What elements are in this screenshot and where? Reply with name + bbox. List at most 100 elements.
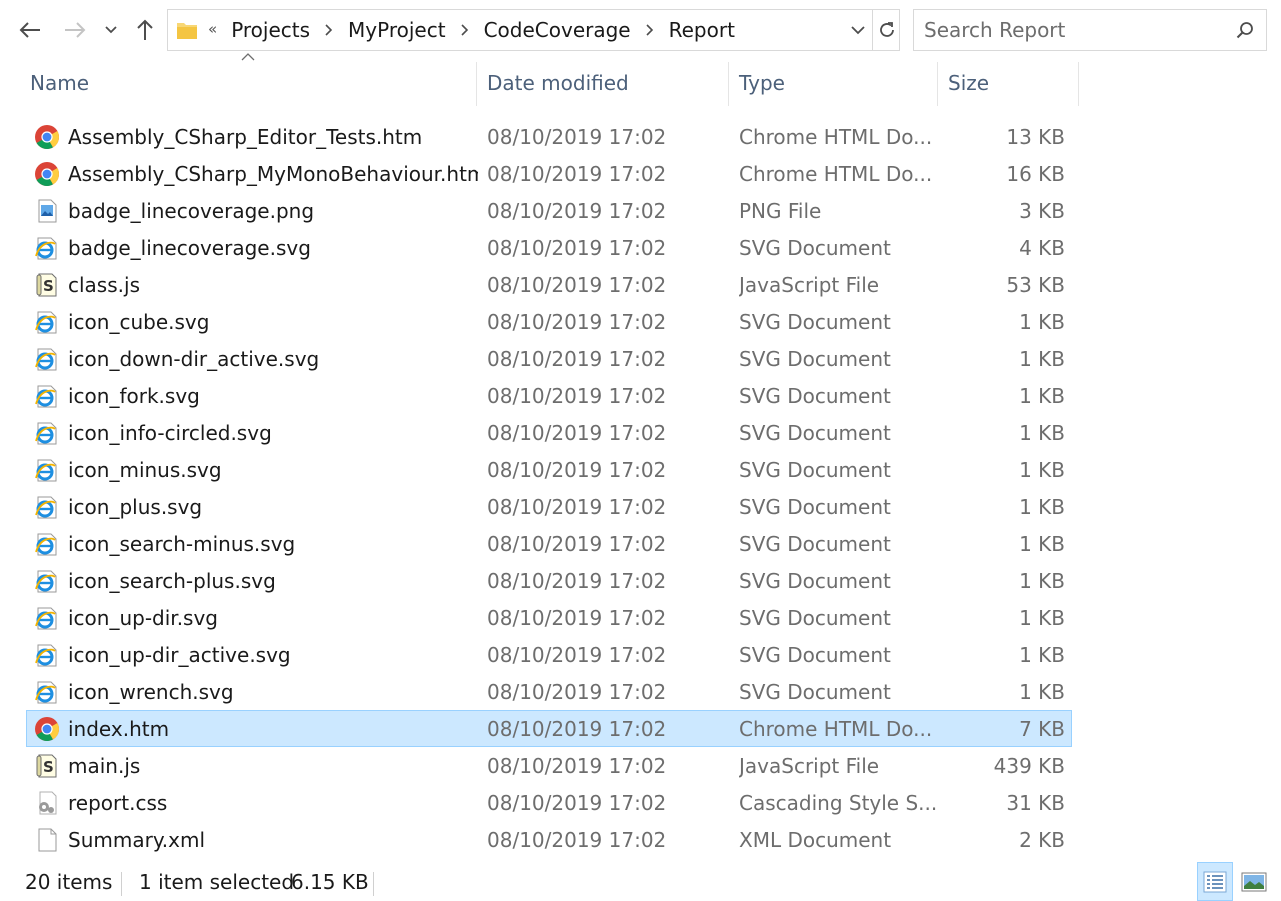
back-button[interactable] bbox=[15, 14, 45, 46]
breadcrumb-chevron-icon[interactable] bbox=[631, 24, 669, 36]
column-header-type[interactable]: Type bbox=[729, 62, 937, 104]
breadcrumb-overflow[interactable]: « bbox=[208, 20, 217, 38]
file-date-modified: 08/10/2019 17:02 bbox=[487, 495, 667, 519]
file-row[interactable]: icon_info-circled.svg 08/10/2019 17:02 SVG… bbox=[26, 414, 1072, 451]
file-row[interactable]: icon_down-dir_active.svg 08/10/2019 17:02… bbox=[26, 340, 1072, 377]
file-row[interactable]: Assembly_CSharp_MyMonoBehaviour.htm 08/10… bbox=[26, 155, 1072, 192]
breadcrumb-codecoverage[interactable]: CodeCoverage bbox=[484, 18, 631, 42]
file-name: icon_minus.svg bbox=[68, 458, 222, 482]
file-row[interactable]: icon_wrench.svg 08/10/2019 17:02 SVG Docum… bbox=[26, 673, 1072, 710]
sort-ascending-icon bbox=[241, 53, 255, 61]
file-size: 1 KB bbox=[1019, 347, 1065, 371]
file-date-modified: 08/10/2019 17:02 bbox=[487, 532, 667, 556]
search-box[interactable] bbox=[913, 9, 1267, 51]
svg-text:S: S bbox=[43, 277, 54, 295]
address-bar[interactable]: « Projects MyProject CodeCoverage Report bbox=[167, 9, 900, 51]
selection-size: 6.15 KB bbox=[291, 870, 369, 894]
file-date-modified: 08/10/2019 17:02 bbox=[487, 643, 667, 667]
file-size: 1 KB bbox=[1019, 643, 1065, 667]
file-name: Assembly_CSharp_Editor_Tests.htm bbox=[68, 125, 423, 149]
file-row[interactable]: Sclass.js 08/10/2019 17:02 JavaScript File… bbox=[26, 266, 1072, 303]
file-date-modified: 08/10/2019 17:02 bbox=[487, 384, 667, 408]
forward-button[interactable] bbox=[60, 14, 90, 46]
file-row[interactable]: index.htm 08/10/2019 17:02 Chrome HTML Do.… bbox=[26, 710, 1072, 747]
file-type: SVG Document bbox=[739, 680, 891, 704]
column-header-size[interactable]: Size bbox=[938, 62, 1078, 104]
internet-explorer-icon bbox=[34, 494, 60, 520]
file-type: SVG Document bbox=[739, 569, 891, 593]
internet-explorer-icon bbox=[34, 383, 60, 409]
file-type: Cascading Style S... bbox=[739, 791, 938, 815]
search-icon[interactable] bbox=[1236, 21, 1254, 43]
svg-text:S: S bbox=[43, 758, 54, 776]
file-size: 1 KB bbox=[1019, 421, 1065, 445]
file-name: index.htm bbox=[68, 717, 170, 741]
breadcrumb-chevron-icon[interactable] bbox=[446, 24, 484, 36]
file-row[interactable]: Summary.xml 08/10/2019 17:02 XML Document 2… bbox=[26, 821, 1072, 858]
up-button[interactable] bbox=[130, 14, 160, 46]
breadcrumb-myproject[interactable]: MyProject bbox=[348, 18, 446, 42]
file-date-modified: 08/10/2019 17:02 bbox=[487, 199, 667, 223]
file-row[interactable]: report.css 08/10/2019 17:02 Cascading Styl… bbox=[26, 784, 1072, 821]
breadcrumb-report[interactable]: Report bbox=[669, 18, 735, 42]
refresh-button[interactable] bbox=[872, 10, 900, 50]
file-size: 2 KB bbox=[1019, 828, 1065, 852]
file-name: main.js bbox=[68, 754, 141, 778]
breadcrumb-projects[interactable]: Projects bbox=[231, 18, 310, 42]
file-date-modified: 08/10/2019 17:02 bbox=[487, 828, 667, 852]
file-name: Summary.xml bbox=[68, 828, 206, 852]
file-row[interactable]: icon_up-dir_active.svg 08/10/2019 17:02 SV… bbox=[26, 636, 1072, 673]
status-divider bbox=[373, 872, 374, 896]
file-date-modified: 08/10/2019 17:02 bbox=[487, 273, 667, 297]
file-row[interactable]: badge_linecoverage.svg 08/10/2019 17:02 SV… bbox=[26, 229, 1072, 266]
file-row[interactable]: icon_cube.svg 08/10/2019 17:02 SVG Documen… bbox=[26, 303, 1072, 340]
refresh-icon bbox=[879, 22, 894, 37]
file-size: 439 KB bbox=[993, 754, 1065, 778]
internet-explorer-icon bbox=[34, 605, 60, 631]
file-date-modified: 08/10/2019 17:02 bbox=[487, 458, 667, 482]
file-date-modified: 08/10/2019 17:02 bbox=[487, 347, 667, 371]
file-type: PNG File bbox=[739, 199, 822, 223]
file-name: icon_search-minus.svg bbox=[68, 532, 296, 556]
file-row[interactable]: icon_search-minus.svg 08/10/2019 17:02 SVG… bbox=[26, 525, 1072, 562]
image-file-icon bbox=[34, 198, 60, 224]
column-divider[interactable] bbox=[1078, 62, 1079, 106]
breadcrumb: « Projects MyProject CodeCoverage Report bbox=[208, 10, 735, 50]
file-name: icon_cube.svg bbox=[68, 310, 210, 334]
file-type: SVG Document bbox=[739, 606, 891, 630]
breadcrumb-chevron-icon[interactable] bbox=[310, 24, 348, 36]
arrow-right-icon bbox=[65, 22, 86, 38]
large-icons-view-button[interactable] bbox=[1236, 862, 1272, 901]
file-name: report.css bbox=[68, 791, 168, 815]
file-type: SVG Document bbox=[739, 421, 891, 445]
file-size: 1 KB bbox=[1019, 495, 1065, 519]
search-input[interactable] bbox=[924, 16, 1224, 44]
file-name: icon_plus.svg bbox=[68, 495, 203, 519]
file-date-modified: 08/10/2019 17:02 bbox=[487, 162, 667, 186]
status-bar: 20 items 1 item selected 6.15 KB bbox=[0, 862, 1281, 901]
file-row[interactable]: icon_up-dir.svg 08/10/2019 17:02 SVG Docum… bbox=[26, 599, 1072, 636]
file-name: icon_up-dir_active.svg bbox=[68, 643, 291, 667]
item-count: 20 items bbox=[25, 870, 113, 894]
file-row[interactable]: icon_search-plus.svg 08/10/2019 17:02 SVG … bbox=[26, 562, 1072, 599]
file-date-modified: 08/10/2019 17:02 bbox=[487, 754, 667, 778]
file-type: SVG Document bbox=[739, 347, 891, 371]
details-view-button[interactable] bbox=[1197, 862, 1233, 901]
file-date-modified: 08/10/2019 17:02 bbox=[487, 125, 667, 149]
file-row[interactable]: icon_minus.svg 08/10/2019 17:02 SVG Docume… bbox=[26, 451, 1072, 488]
file-row[interactable]: Smain.js 08/10/2019 17:02 JavaScript File 4… bbox=[26, 747, 1072, 784]
chevron-down-icon bbox=[105, 26, 117, 34]
column-header-name[interactable]: Name bbox=[20, 62, 476, 104]
chrome-icon bbox=[34, 124, 60, 150]
column-header-date[interactable]: Date modified bbox=[477, 62, 728, 104]
address-dropdown-button[interactable] bbox=[844, 10, 872, 50]
internet-explorer-icon bbox=[34, 309, 60, 335]
file-row[interactable]: Assembly_CSharp_Editor_Tests.htm 08/10/20… bbox=[26, 118, 1072, 155]
chrome-icon bbox=[34, 716, 60, 742]
file-row[interactable]: icon_fork.svg 08/10/2019 17:02 SVG Documen… bbox=[26, 377, 1072, 414]
file-row[interactable]: icon_plus.svg 08/10/2019 17:02 SVG Documen… bbox=[26, 488, 1072, 525]
folder-icon bbox=[176, 19, 198, 45]
arrow-left-icon bbox=[19, 22, 40, 38]
recent-locations-button[interactable] bbox=[97, 14, 125, 46]
file-row[interactable]: badge_linecoverage.png 08/10/2019 17:02 PN… bbox=[26, 192, 1072, 229]
